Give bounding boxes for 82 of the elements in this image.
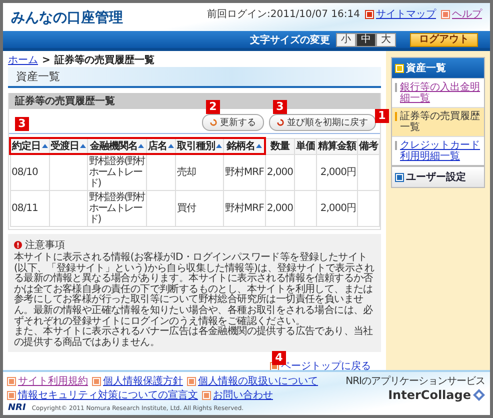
annotation-number: 2 <box>206 100 220 114</box>
table-cell: 売却 <box>176 154 224 190</box>
bullet-icon <box>93 378 100 384</box>
breadcrumb-text: > <box>42 54 50 66</box>
warning-icon <box>14 241 22 249</box>
sort-arrow-icon[interactable] <box>138 143 144 149</box>
service-logo: InterCollage <box>388 388 485 402</box>
table-cell: 08/11 <box>10 190 49 226</box>
marker-icon <box>395 141 397 150</box>
sort-arrow-icon[interactable] <box>42 143 48 149</box>
company-logo: NRI <box>8 403 26 413</box>
footer-link[interactable]: お問い合わせ <box>213 388 273 402</box>
header-link[interactable]: ヘルプ <box>452 7 482 21</box>
footer-link[interactable]: 個人情報保護方針 <box>103 374 183 388</box>
table-cell: 2,000円 <box>316 154 358 190</box>
sidebar-heading[interactable]: 資産一覧 <box>392 58 484 78</box>
column-header[interactable]: 金融機関名 <box>88 138 147 154</box>
annotation-number: 3 <box>273 100 287 114</box>
bullet-icon <box>442 10 449 18</box>
table-cell <box>146 190 176 226</box>
table-cell: 野村MRF <box>224 190 266 226</box>
site-title: みんなの口座管理 <box>11 9 123 28</box>
table-cell: 08/10 <box>10 154 49 190</box>
service-tagline: NRIのアプリケーションサービス <box>346 374 485 388</box>
bullet-icon <box>188 378 195 384</box>
font-size-button[interactable]: 中 <box>356 32 376 46</box>
table-cell: 買付 <box>176 190 224 226</box>
table-cell: 野村證券(野村ホームトレード) <box>88 190 147 226</box>
column-header[interactable]: 銘柄名 <box>224 138 266 154</box>
section-title: 資産一覧 <box>8 67 381 88</box>
logout-button[interactable]: ログアウト <box>410 32 478 46</box>
table-cell: 野村MRF <box>224 154 266 190</box>
font-size-label: 文字サイズの変更 <box>250 33 330 46</box>
sort-arrow-icon[interactable] <box>256 143 262 149</box>
column-header: 数量 <box>265 138 294 154</box>
table-cell <box>294 190 316 226</box>
breadcrumb-link[interactable]: ホーム <box>8 53 38 67</box>
footer-link[interactable]: 個人情報の取扱いについて <box>198 374 318 388</box>
annotation-number: 1 <box>375 109 389 123</box>
notice-text: また、本サイトに表示されるバナー広告は各金融機関の提供する広告であり、当社の提供する商品ではありません。 <box>14 327 374 348</box>
sort-arrow-icon[interactable] <box>168 143 174 149</box>
column-header: 単価 <box>294 138 316 154</box>
column-header[interactable]: 受渡日 <box>49 138 88 154</box>
table-cell <box>49 154 88 190</box>
marker-icon <box>395 112 397 121</box>
sort-arrow-icon[interactable] <box>80 143 86 149</box>
sort-arrow-icon[interactable] <box>216 143 222 149</box>
sidebar-heading[interactable]: ユーザー設定 <box>392 167 484 187</box>
header-link[interactable]: サイトマップ <box>376 7 436 21</box>
column-header: 備考 <box>358 138 380 154</box>
marker-icon <box>395 83 397 92</box>
column-header[interactable]: 取引種別 <box>176 138 224 154</box>
breadcrumb-text: 証券等の売買履歴一覧 <box>54 54 154 67</box>
bullet-icon <box>203 392 210 398</box>
bullet-icon <box>8 392 15 398</box>
annotation-number: 4 <box>272 351 286 366</box>
font-size-button[interactable]: 大 <box>376 32 396 46</box>
table-cell <box>49 190 88 226</box>
diamond-logo-icon <box>473 389 485 401</box>
table-cell: 2,000 <box>265 154 294 190</box>
table-cell: 2,000円 <box>316 190 358 226</box>
font-size-button[interactable]: 小 <box>336 32 356 46</box>
notice-title: 注意事項 <box>25 238 65 252</box>
bullet-icon <box>8 378 15 384</box>
refresh-button[interactable]: 更新する <box>202 114 264 131</box>
bullet-icon <box>396 174 403 180</box>
notice-text: 本サイトに表示される情報(お客様がID・ログインパスワード等を登録したサイト(以下、「登録サイト」という)から自ら収集した情報等)は、登録サイトで表示される最新の情報と異なる場合があります。本サイトに表示される情報を信頼するか否かは全てお客様自身の責任の下で判断するものとし、本サイトを利用して、または参考にしてお客様が行った取引等について野村総合研究所は一切責任を負いません。最新の情報や正確な情報を知りたい場合や、各種お取引をされる場合には、必ずそれぞれの登録サイトにログインのうえ情報をご確認ください。 <box>14 253 375 327</box>
bullet-icon <box>366 10 373 18</box>
table-cell: 野村證券(野村ホームトレード) <box>88 154 147 190</box>
refresh-icon <box>210 119 217 126</box>
footer-link[interactable]: 情報セキュリティ対策についての宣言文 <box>18 388 198 402</box>
column-header[interactable]: 店名 <box>146 138 176 154</box>
table-cell: 2,000 <box>265 190 294 226</box>
column-header[interactable]: 約定日 <box>10 138 49 154</box>
reset-order-button[interactable]: 並び順を初期に戻す <box>269 114 376 131</box>
table-cell <box>146 154 176 190</box>
footer-link[interactable]: サイト利用規約 <box>18 374 88 388</box>
column-header: 精算金額 <box>316 138 358 154</box>
annotation-number: 3 <box>15 117 29 131</box>
last-login-text: 前回ログイン:2011/10/07 16:14 <box>206 8 360 21</box>
bullet-icon <box>396 64 403 72</box>
table-cell <box>294 154 316 190</box>
